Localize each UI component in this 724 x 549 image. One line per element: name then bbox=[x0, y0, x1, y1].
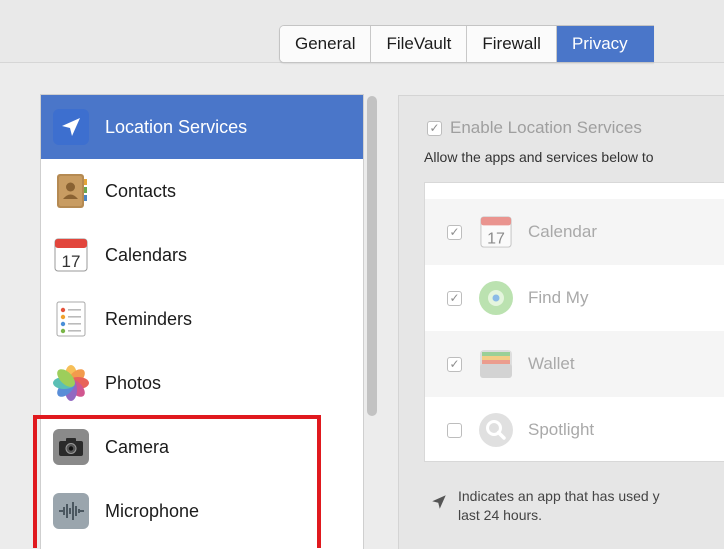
enable-location-services[interactable]: ✓ Enable Location Services bbox=[427, 118, 642, 138]
spotlight-icon bbox=[476, 410, 516, 450]
usage-note: Indicates an app that has used y last 24… bbox=[430, 487, 724, 525]
allow-description: Allow the apps and services below to bbox=[424, 149, 654, 165]
wallet-icon bbox=[476, 344, 516, 384]
list-item-spotlight[interactable]: Spotlight bbox=[425, 397, 724, 463]
tab-firewall[interactable]: Firewall bbox=[467, 26, 557, 62]
location-arrow-icon bbox=[53, 109, 89, 145]
app-name: Find My bbox=[528, 288, 589, 307]
sidebar-item-reminders[interactable]: Reminders bbox=[41, 287, 363, 351]
calendar-day: 17 bbox=[62, 252, 81, 271]
sidebar-item-label: Calendars bbox=[105, 244, 188, 265]
sidebar-item-location-services[interactable]: Location Services bbox=[41, 95, 363, 159]
usage-note-line1: Indicates an app that has used y bbox=[458, 488, 660, 504]
reminders-icon bbox=[53, 301, 89, 337]
usage-note-text: Indicates an app that has used y last 24… bbox=[458, 487, 724, 525]
sidebar-item-label: Contacts bbox=[105, 180, 177, 201]
find-my-checkbox[interactable]: ✓ bbox=[447, 290, 462, 306]
red-highlight-box bbox=[33, 415, 321, 548]
tab-group: General FileVault Firewall Privacy bbox=[279, 25, 654, 63]
location-arrow-icon bbox=[432, 495, 446, 509]
tab-privacy[interactable]: Privacy bbox=[556, 26, 654, 62]
sidebar-item-calendars[interactable]: 17 Calendars bbox=[41, 223, 363, 287]
app-list: ✓ 17 Calendar ✓ Find My ✓ Wallet Spotlig… bbox=[424, 182, 724, 462]
calendar-checkbox[interactable]: ✓ bbox=[447, 224, 462, 240]
calendar-icon: 17 bbox=[476, 212, 516, 252]
toolbar: General FileVault Firewall Privacy bbox=[0, 0, 724, 63]
find-my-icon bbox=[476, 278, 516, 318]
spotlight-checkbox[interactable] bbox=[447, 422, 462, 438]
app-name: Calendar bbox=[528, 222, 597, 241]
sidebar-item-label: Reminders bbox=[105, 308, 193, 329]
app-name: Wallet bbox=[528, 354, 575, 373]
calendar-day: 17 bbox=[487, 230, 505, 247]
tab-general[interactable]: General bbox=[280, 26, 372, 62]
sidebar-item-label: Photos bbox=[105, 372, 162, 393]
sidebar-item-photos[interactable]: Photos bbox=[41, 351, 363, 415]
usage-note-line2: last 24 hours. bbox=[458, 507, 543, 523]
sidebar-scrollbar[interactable] bbox=[367, 96, 377, 416]
sidebar-item-contacts[interactable]: Contacts bbox=[41, 159, 363, 223]
sidebar-item-label: Location Services bbox=[105, 116, 248, 137]
calendar-icon: 17 bbox=[53, 237, 89, 273]
list-item-wallet[interactable]: ✓ Wallet bbox=[425, 331, 724, 397]
list-item-calendar[interactable]: ✓ 17 Calendar bbox=[425, 199, 724, 265]
list-item-find-my[interactable]: ✓ Find My bbox=[425, 265, 724, 331]
wallet-checkbox[interactable]: ✓ bbox=[447, 356, 462, 372]
app-name: Spotlight bbox=[528, 420, 595, 439]
photos-icon bbox=[53, 365, 89, 401]
tab-filevault[interactable]: FileVault bbox=[371, 26, 468, 62]
contacts-icon bbox=[53, 173, 89, 209]
enable-location-label: Enable Location Services bbox=[450, 118, 642, 137]
enable-location-checkbox[interactable]: ✓ bbox=[427, 120, 442, 136]
